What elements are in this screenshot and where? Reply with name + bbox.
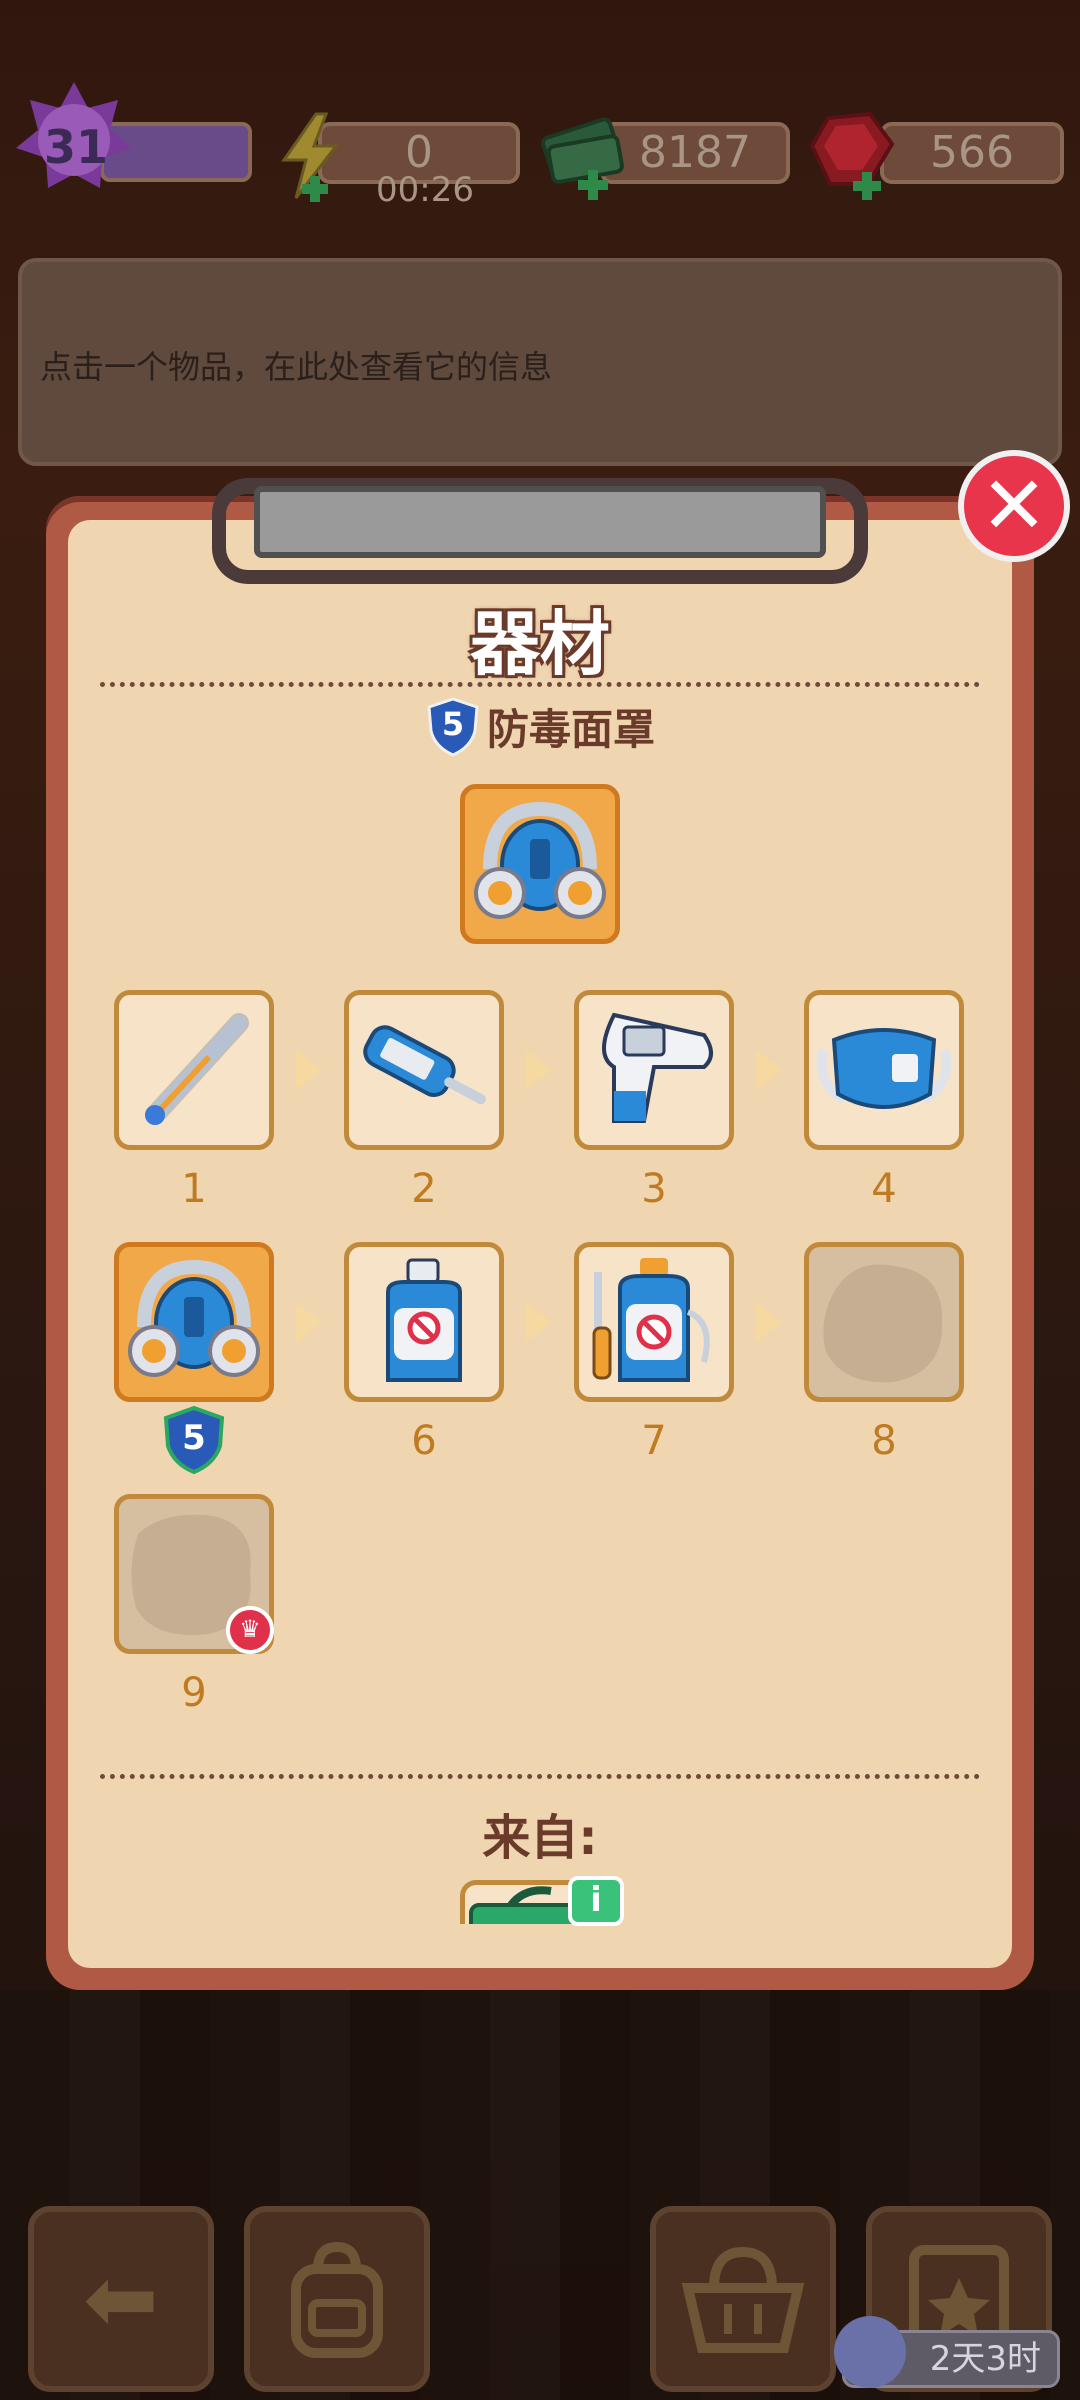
pressure-sprayer-icon	[592, 1258, 710, 1382]
item-number-8: 8	[871, 1418, 897, 1464]
selected-item-name: 防毒面罩	[486, 705, 655, 754]
spray-bottle-icon	[386, 1258, 462, 1382]
info-icon: i	[590, 1880, 602, 1920]
item-tile-8-locked[interactable]	[804, 1242, 964, 1402]
thermometer-icon	[145, 1013, 249, 1125]
current-level-shield-icon: 5	[162, 1406, 226, 1474]
subtitle-level: 5	[441, 704, 465, 743]
resource-bar: 31 0 00:26 8187 566	[0, 0, 1080, 240]
item-number-6: 6	[411, 1418, 437, 1464]
item-info-panel: 点击一个物品，在此处查看它的信息	[18, 258, 1062, 466]
close-icon: ✕	[980, 459, 1048, 552]
back-button[interactable]: ⬅	[28, 2206, 214, 2392]
chevron-right-icon	[296, 1302, 322, 1342]
item-number-2: 2	[411, 1166, 437, 1212]
item-tile-2[interactable]	[344, 990, 504, 1150]
from-divider	[100, 1774, 980, 1779]
gas-mask-icon	[474, 801, 606, 919]
chevron-right-icon	[526, 1050, 552, 1090]
chevron-right-icon	[756, 1302, 782, 1342]
item-tile-4[interactable]	[804, 990, 964, 1150]
chevron-right-icon	[756, 1050, 782, 1090]
item-number-7: 7	[641, 1418, 667, 1464]
item-tile-3[interactable]	[574, 990, 734, 1150]
gem-counter: 566	[880, 122, 1064, 184]
title-divider	[100, 682, 980, 687]
item-number-3: 3	[641, 1166, 667, 1212]
digital-thermometer-icon	[363, 1025, 486, 1105]
featured-item-tile[interactable]	[460, 784, 620, 944]
item-tile-1[interactable]	[114, 990, 274, 1150]
infrared-thermometer-icon	[602, 1012, 713, 1123]
item-number-4: 4	[871, 1166, 897, 1212]
item-number-9: 9	[181, 1670, 207, 1716]
backpack-button[interactable]	[244, 2206, 430, 2392]
item-number-1: 1	[181, 1166, 207, 1212]
level-number: 31	[43, 120, 108, 174]
energy-timer: 00:26	[376, 170, 474, 210]
bird-mascot-icon[interactable]	[834, 2316, 906, 2388]
clipboard-clip-plate	[254, 486, 826, 558]
chevron-right-icon	[296, 1050, 322, 1090]
ruby-gem-icon[interactable]	[808, 110, 898, 202]
backpack-icon	[291, 2241, 383, 2358]
face-mask-icon	[816, 1028, 952, 1109]
current-level-number: 5	[182, 1418, 206, 1458]
item-tile-5-current[interactable]	[114, 1242, 274, 1402]
close-button[interactable]: ✕	[958, 450, 1070, 562]
level-shield-icon: 5	[425, 696, 481, 757]
crown-badge-icon: ♛	[226, 1606, 274, 1654]
source-heading: 来自:	[482, 1810, 598, 1866]
basket-icon	[681, 2246, 805, 2353]
modal-title: 器材	[470, 603, 610, 685]
item-tile-7[interactable]	[574, 1242, 734, 1402]
shop-basket-button[interactable]	[650, 2206, 836, 2392]
chevron-right-icon	[526, 1302, 552, 1342]
gas-mask-icon	[128, 1259, 260, 1377]
item-tile-6[interactable]	[344, 1242, 504, 1402]
locked-item-icon	[823, 1264, 943, 1383]
info-button[interactable]: i	[568, 1876, 624, 1926]
energy-bolt-icon[interactable]	[276, 112, 346, 202]
info-hint-text: 点击一个物品，在此处查看它的信息	[40, 348, 553, 386]
selected-item-heading: 5 防毒面罩	[0, 696, 1080, 757]
back-arrow-icon: ⬅	[83, 2246, 159, 2352]
cash-stack-icon[interactable]	[540, 112, 630, 202]
